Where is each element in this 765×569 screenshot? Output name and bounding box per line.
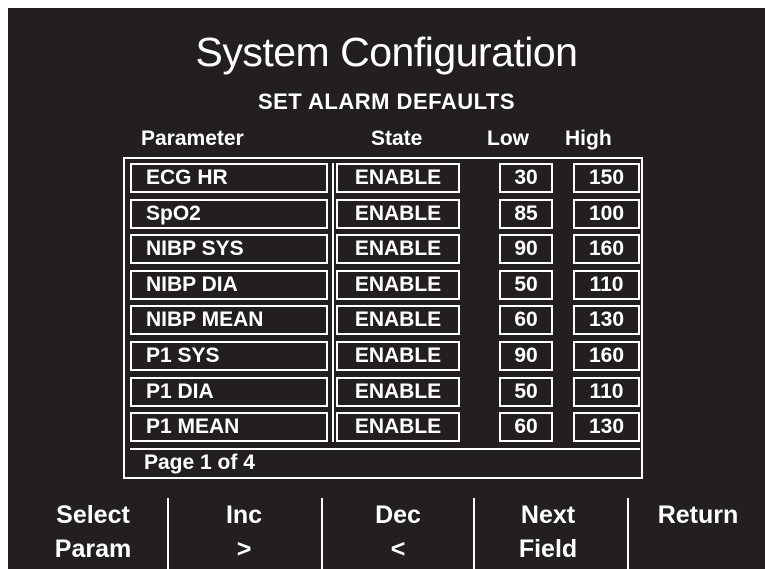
page-indicator: Page 1 of 4 <box>130 448 640 478</box>
column-header-high: High <box>565 127 612 150</box>
alarm-defaults-table: ECG HR ENABLE 30 150 SpO2 ENABLE 85 100 NIBP SYS… <box>123 157 643 479</box>
softkey-label: Field <box>518 535 578 563</box>
next-field-softkey[interactable]: Next Field <box>488 498 608 566</box>
softkey-label: Param <box>54 535 132 563</box>
softkey-label: Dec <box>375 501 421 529</box>
inc-softkey[interactable]: Inc > <box>188 498 300 566</box>
softkey-separator <box>167 498 169 569</box>
select-param-softkey[interactable]: Select Param <box>38 498 148 566</box>
state-cell[interactable]: ENABLE <box>336 341 460 371</box>
state-cell[interactable]: ENABLE <box>336 412 460 442</box>
parameter-cell[interactable]: SpO2 <box>130 199 328 229</box>
softkey-label: Select <box>56 501 130 529</box>
parameter-cell[interactable]: NIBP SYS <box>130 234 328 264</box>
high-limit-cell[interactable]: 130 <box>573 412 640 442</box>
page-title: System Configuration <box>195 29 578 75</box>
column-divider <box>332 163 334 442</box>
parameter-cell[interactable]: P1 DIA <box>130 377 328 407</box>
low-limit-cell[interactable]: 90 <box>499 341 553 371</box>
softkey-label: Inc <box>225 501 263 529</box>
softkey-separator <box>321 498 323 569</box>
high-limit-cell[interactable]: 110 <box>573 377 640 407</box>
softkey-label: Next <box>520 501 576 529</box>
monitor-screen: System Configuration SET ALARM DEFAULTS … <box>8 8 765 569</box>
return-softkey[interactable]: Return <box>638 498 758 532</box>
softkey-separator <box>473 498 475 569</box>
parameter-cell[interactable]: NIBP DIA <box>130 270 328 300</box>
column-header-state: State <box>371 127 423 150</box>
state-cell[interactable]: ENABLE <box>336 234 460 264</box>
high-limit-cell[interactable]: 100 <box>573 199 640 229</box>
high-limit-cell[interactable]: 110 <box>573 270 640 300</box>
softkey-label: < <box>390 535 406 563</box>
high-limit-cell[interactable]: 130 <box>573 305 640 335</box>
parameter-cell[interactable]: P1 MEAN <box>130 412 328 442</box>
low-limit-cell[interactable]: 30 <box>499 163 553 193</box>
column-header-parameter: Parameter <box>141 127 244 150</box>
state-cell[interactable]: ENABLE <box>336 270 460 300</box>
parameter-cell[interactable]: P1 SYS <box>130 341 328 371</box>
low-limit-cell[interactable]: 85 <box>499 199 553 229</box>
low-limit-cell[interactable]: 60 <box>499 412 553 442</box>
parameter-cell[interactable]: ECG HR <box>130 163 328 193</box>
column-header-low: Low <box>487 127 529 150</box>
low-limit-cell[interactable]: 50 <box>499 377 553 407</box>
high-limit-cell[interactable]: 150 <box>573 163 640 193</box>
low-limit-cell[interactable]: 50 <box>499 270 553 300</box>
state-cell[interactable]: ENABLE <box>336 199 460 229</box>
high-limit-cell[interactable]: 160 <box>573 341 640 371</box>
softkey-separator <box>627 498 629 569</box>
low-limit-cell[interactable]: 90 <box>499 234 553 264</box>
state-cell[interactable]: ENABLE <box>336 377 460 407</box>
page-subtitle: SET ALARM DEFAULTS <box>257 89 516 114</box>
state-cell[interactable]: ENABLE <box>336 163 460 193</box>
dec-softkey[interactable]: Dec < <box>342 498 454 566</box>
state-cell[interactable]: ENABLE <box>336 305 460 335</box>
parameter-cell[interactable]: NIBP MEAN <box>130 305 328 335</box>
high-limit-cell[interactable]: 160 <box>573 234 640 264</box>
softkey-label: Return <box>657 501 739 529</box>
low-limit-cell[interactable]: 60 <box>499 305 553 335</box>
softkey-label: > <box>236 535 252 563</box>
